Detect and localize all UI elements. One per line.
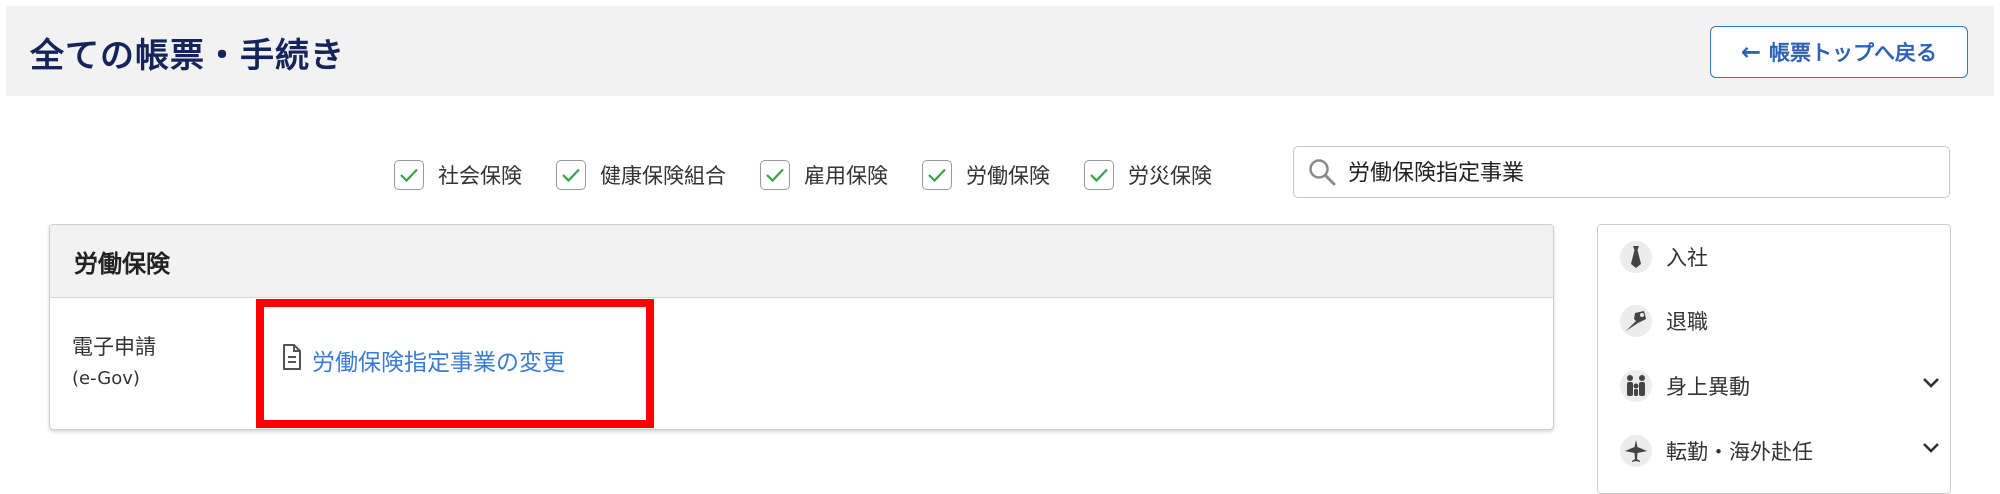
search-box[interactable] <box>1293 146 1950 198</box>
filter-label: 労災保険 <box>1128 164 1212 188</box>
menu-item-label: 入社 <box>1666 246 1708 270</box>
form-link-rodo-hoken-shitei-jigyo-henko[interactable]: 労働保険指定事業の変更 <box>282 343 565 377</box>
bouquet-icon <box>1620 305 1652 337</box>
filter-shakai-hoken[interactable]: 社会保険 <box>394 160 522 190</box>
filter-rodo-hoken[interactable]: 労働保険 <box>922 160 1050 190</box>
filter-label: 健康保険組合 <box>600 164 726 188</box>
form-link-label: 労働保険指定事業の変更 <box>312 350 565 376</box>
menu-item-label: 転勤・海外赴任 <box>1666 440 1813 464</box>
family-icon <box>1620 370 1652 402</box>
checkbox-checked-icon[interactable] <box>394 160 424 190</box>
checkbox-checked-icon[interactable] <box>922 160 952 190</box>
document-icon <box>282 344 302 376</box>
arrow-left-icon: ← <box>1740 38 1762 66</box>
panel-title: 労働保険 <box>50 225 1553 298</box>
menu-item-label: 身上異動 <box>1666 375 1750 399</box>
airplane-icon <box>1620 435 1652 467</box>
checkbox-checked-icon[interactable] <box>760 160 790 190</box>
back-button-label: 帳票トップへ戻る <box>1769 41 1938 65</box>
filter-kenko-hoken-kumiai[interactable]: 健康保険組合 <box>556 160 726 190</box>
filter-rosai-hoken[interactable]: 労災保険 <box>1084 160 1212 190</box>
chevron-down-icon[interactable] <box>1922 374 1940 393</box>
insurance-filter-group: 社会保険 健康保険組合 雇用保険 労働保険 労災保険 <box>394 154 1246 196</box>
menu-item-tenkin-kaigai-funin[interactable]: 転勤・海外赴任 <box>1620 431 1940 471</box>
page-header: 全ての帳票・手続き ← 帳票トップへ戻る <box>6 6 1994 96</box>
rodo-hoken-panel: 労働保険 電子申請 (e-Gov) 労働保険指定事業の変更 <box>49 224 1554 430</box>
search-icon <box>1308 158 1336 190</box>
row-label-main: 電子申請 <box>72 335 156 359</box>
checkbox-checked-icon[interactable] <box>1084 160 1114 190</box>
side-menu: 入社 退職 身上異動 転勤・海外赴任 <box>1597 224 1951 494</box>
menu-item-label: 退職 <box>1666 310 1708 334</box>
row-label: 電子申請 (e-Gov) <box>72 331 156 395</box>
filter-label: 労働保険 <box>966 164 1050 188</box>
page-title: 全ての帳票・手続き <box>30 36 345 76</box>
menu-item-taishoku[interactable]: 退職 <box>1620 301 1940 341</box>
menu-item-shinjo-ido[interactable]: 身上異動 <box>1620 366 1940 406</box>
search-input[interactable] <box>1348 147 1938 195</box>
filter-label: 雇用保険 <box>804 164 888 188</box>
checkbox-checked-icon[interactable] <box>556 160 586 190</box>
row-label-sub: (e-Gov) <box>72 368 140 389</box>
back-to-forms-top-button[interactable]: ← 帳票トップへ戻る <box>1710 26 1968 78</box>
tie-icon <box>1620 241 1652 273</box>
filter-koyo-hoken[interactable]: 雇用保険 <box>760 160 888 190</box>
menu-item-nyusha[interactable]: 入社 <box>1620 237 1940 277</box>
chevron-down-icon[interactable] <box>1922 439 1940 458</box>
filter-label: 社会保険 <box>438 164 522 188</box>
